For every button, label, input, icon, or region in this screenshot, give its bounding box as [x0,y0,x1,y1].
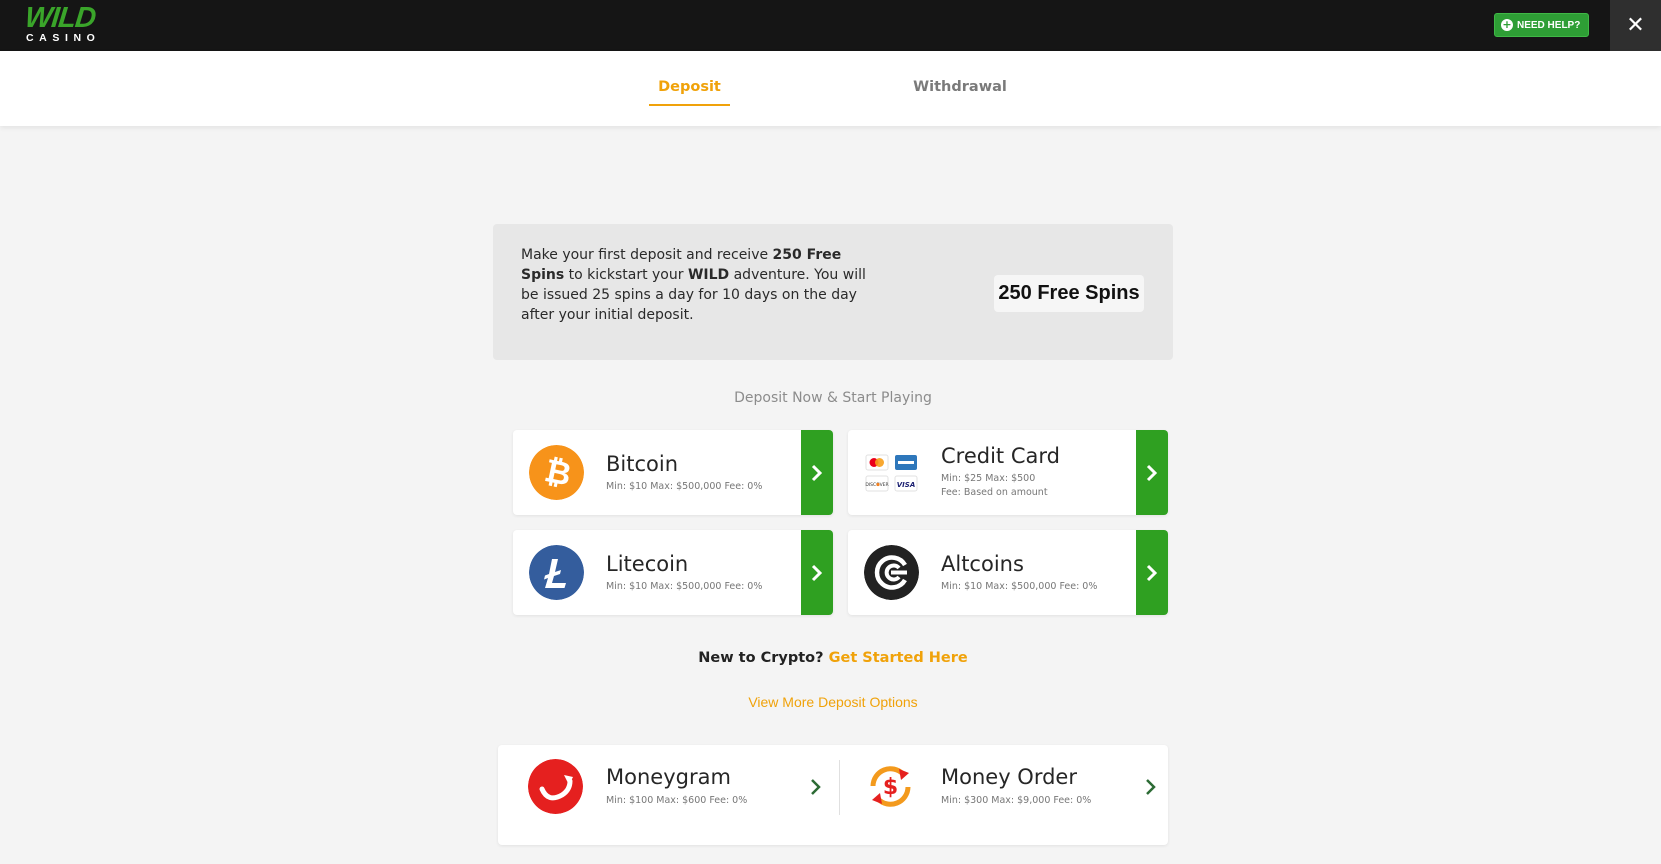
method-name: Credit Card [941,444,1060,468]
credit-cards-icon: DISCOVER VISA [865,454,918,492]
method-limits: Min: $25 Max: $500 [941,473,1036,484]
chevron-right-icon [811,779,821,795]
method-name: Litecoin [606,552,689,576]
close-icon: ✕ [1626,12,1645,38]
more-deposit-options-panel: Moneygram Min: $100 Max: $600 Fee: 0% $ … [498,745,1168,845]
plus-icon: + [1501,18,1513,31]
promo-banner: Make your first deposit and receive 250 … [493,224,1173,360]
moneygram-option[interactable]: Moneygram Min: $100 Max: $600 Fee: 0% [498,745,828,845]
promo-text-bold-wild: WILD [687,267,730,283]
method-fee: Fee: Based on amount [941,487,1048,498]
logo-wild-text: WILD [23,2,97,34]
method-limits: Min: $100 Max: $600 Fee: 0% [606,795,748,806]
litecoin-icon [529,545,584,600]
top-bar: WILD CASINO + NEED HELP? ✕ [0,0,1661,51]
credit-card-card[interactable]: DISCOVER VISA Credit Card Min: $25 Max: … [848,430,1168,515]
need-help-button[interactable]: + NEED HELP? [1494,13,1589,37]
chevron-right-icon [801,430,833,515]
tab-deposit[interactable]: Deposit [649,79,730,106]
chevron-right-icon [1146,779,1156,795]
bitcoin-card[interactable]: ₿ Bitcoin Min: $10 Max: $500,000 Fee: 0% [513,430,833,515]
altcoins-card[interactable]: Altcoins Min: $10 Max: $500,000 Fee: 0% [848,530,1168,615]
svg-text:$: $ [883,775,898,800]
money-order-icon: $ [870,766,911,807]
method-limits: Min: $10 Max: $500,000 Fee: 0% [606,481,763,492]
new-to-crypto: New to Crypto? Get Started Here [493,650,1173,666]
money-order-option[interactable]: $ Money Order Min: $300 Max: $9,000 Fee:… [833,745,1163,845]
litecoin-card[interactable]: Litecoin Min: $10 Max: $500,000 Fee: 0% [513,530,833,615]
promo-text: Make your first deposit and receive 250 … [521,245,881,325]
chevron-right-icon [1136,530,1168,615]
close-button[interactable]: ✕ [1610,0,1661,51]
tab-withdrawal[interactable]: Withdrawal [910,79,1010,95]
tab-bar: Deposit Withdrawal [0,51,1661,126]
moneygram-icon [528,759,583,814]
wild-casino-logo[interactable]: WILD CASINO [23,2,105,44]
need-help-label: NEED HELP? [1517,19,1581,31]
method-limits: Min: $10 Max: $500,000 Fee: 0% [941,581,1098,592]
promo-text-part: Make your first deposit and receive [521,247,773,263]
altcoins-icon [864,545,919,600]
method-name: Money Order [941,765,1077,789]
method-limits: Min: $300 Max: $9,000 Fee: 0% [941,795,1092,806]
method-name: Moneygram [606,765,731,789]
chevron-right-icon [801,530,833,615]
method-name: Bitcoin [606,452,679,476]
free-spins-badge: 250 Free Spins [994,275,1144,312]
method-limits: Min: $10 Max: $500,000 Fee: 0% [606,581,763,592]
bitcoin-icon: ₿ [529,445,584,500]
promo-text-part: to kickstart your [564,267,688,283]
get-started-link[interactable]: Get Started Here [829,650,968,666]
crypto-question: New to Crypto? [698,650,824,666]
method-name: Altcoins [941,552,1024,576]
section-heading: Deposit Now & Start Playing [734,390,932,406]
view-more-deposit-options-link[interactable]: View More Deposit Options [493,694,1173,710]
logo-casino-text: CASINO [26,32,101,44]
chevron-right-icon [1136,430,1168,515]
svg-text:VISA: VISA [897,481,915,489]
